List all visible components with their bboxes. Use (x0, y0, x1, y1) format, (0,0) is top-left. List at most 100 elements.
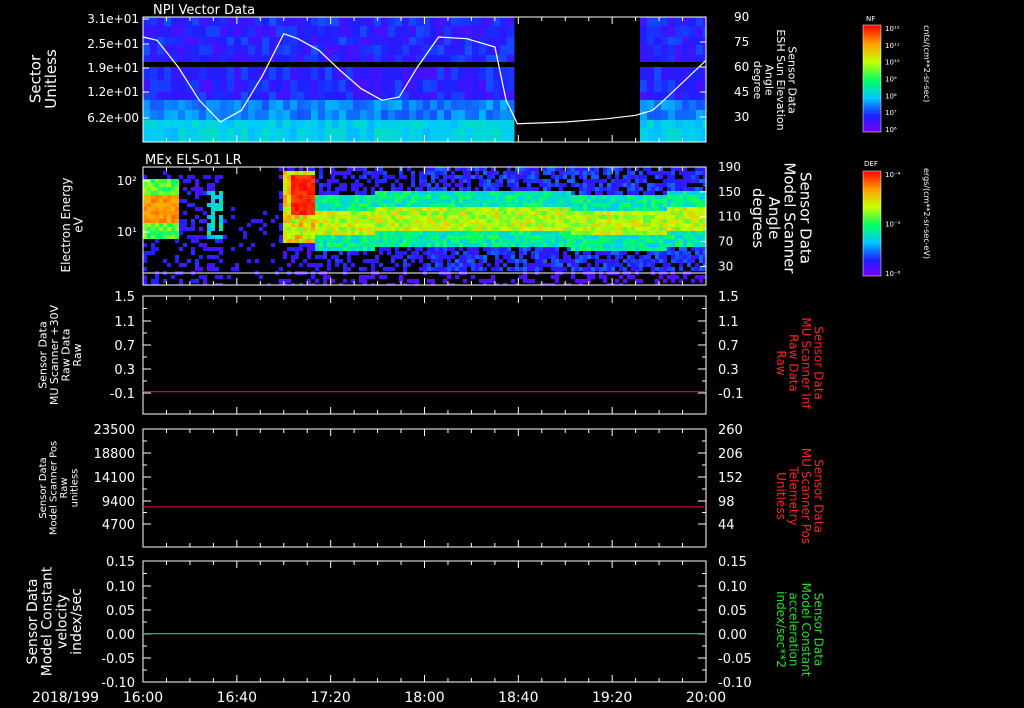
els-cell (459, 167, 463, 171)
els-cell (619, 251, 623, 255)
els-cell (515, 239, 519, 243)
els-cell (611, 259, 615, 263)
els-cell (471, 211, 475, 215)
model-const-right-tick-label: -0.10 (718, 676, 752, 691)
els-cell (199, 235, 203, 239)
els-cell (183, 219, 187, 223)
els-cell (439, 191, 443, 195)
els-cell (423, 251, 427, 255)
els-cell (619, 195, 623, 199)
els-cell (523, 215, 527, 219)
els-cell (395, 211, 399, 215)
els-cell (403, 215, 407, 219)
npi-cell (402, 67, 410, 80)
els-cell (551, 255, 555, 259)
els-cell (367, 219, 371, 223)
els-cell (155, 195, 159, 199)
els-cell (599, 223, 603, 227)
npi-cell (367, 100, 375, 110)
els-cell (531, 195, 535, 199)
els-cell (555, 275, 559, 279)
npi-cell (437, 45, 445, 55)
els-cell (379, 231, 383, 235)
npi-left-ticks: 3.1e+012.5e+011.9e+011.2e+016.2e+00 (87, 12, 149, 125)
els-cell (211, 191, 215, 195)
els-cell (639, 239, 643, 243)
els-cell (167, 175, 171, 179)
npi-cell (262, 26, 270, 37)
npi-cell (479, 120, 487, 128)
els-cell (435, 247, 439, 251)
npi-cell (311, 100, 319, 110)
npi-cell (157, 62, 165, 67)
els-cell (299, 219, 303, 223)
els-cell (687, 251, 691, 255)
els-cell (651, 227, 655, 231)
els-cell (235, 267, 239, 271)
els-cell (599, 207, 603, 211)
els-cell (523, 231, 527, 235)
els-cell (331, 195, 335, 199)
npi-cell (444, 92, 452, 100)
els-cell (451, 179, 455, 183)
els-cell (571, 179, 575, 183)
els-cell (463, 267, 467, 271)
els-cell (463, 223, 467, 227)
els-cell (547, 231, 551, 235)
els-cell (535, 235, 539, 239)
els-cell (683, 215, 687, 219)
els-cell (683, 183, 687, 187)
els-cell (355, 251, 359, 255)
npi-cell (353, 37, 361, 45)
npi-cell (199, 17, 207, 26)
els-cell (603, 171, 607, 175)
els-cell (559, 215, 563, 219)
npi-cell (374, 67, 382, 80)
els-cell (695, 251, 699, 255)
npi-cell (199, 120, 207, 128)
els-cell (539, 207, 543, 211)
els-cell (539, 203, 543, 207)
els-cell (151, 179, 155, 183)
els-cell (163, 179, 167, 183)
els-cell (195, 239, 199, 243)
mu-raw-right-tick-label: 1.1 (718, 315, 739, 330)
els-cell (607, 235, 611, 239)
els-cell (427, 251, 431, 255)
npi-cell (500, 26, 508, 37)
els-cell (551, 263, 555, 267)
els-cell (655, 231, 659, 235)
npi-cell (178, 92, 186, 100)
npi-cell (689, 80, 697, 92)
npi-cell (493, 80, 501, 92)
els-cell (451, 175, 455, 179)
els-cell (359, 183, 363, 187)
els-cell (627, 215, 631, 219)
els-cell (379, 195, 383, 199)
els-cell (399, 275, 403, 279)
npi-cell (388, 17, 396, 26)
els-cell (287, 199, 291, 203)
els-cell (579, 211, 583, 215)
els-cell (615, 247, 619, 251)
els-cell (463, 211, 467, 215)
els-cell (627, 239, 631, 243)
els-cell (655, 203, 659, 207)
npi-left-axis-label: SectorUnitless (26, 49, 60, 109)
npi-cell (416, 17, 424, 26)
npi-cell (388, 128, 396, 142)
els-cell (399, 219, 403, 223)
els-cell (447, 223, 451, 227)
els-cell (431, 227, 435, 231)
els-cell (323, 235, 327, 239)
els-cell (303, 235, 307, 239)
els-cell (563, 191, 567, 195)
els-left-label-line: eV (72, 216, 86, 232)
els-cell (451, 171, 455, 175)
els-cell (591, 199, 595, 203)
els-cell (583, 175, 587, 179)
els-cell (403, 243, 407, 247)
els-cell (503, 251, 507, 255)
els-cell (487, 211, 491, 215)
els-cell (627, 191, 631, 195)
